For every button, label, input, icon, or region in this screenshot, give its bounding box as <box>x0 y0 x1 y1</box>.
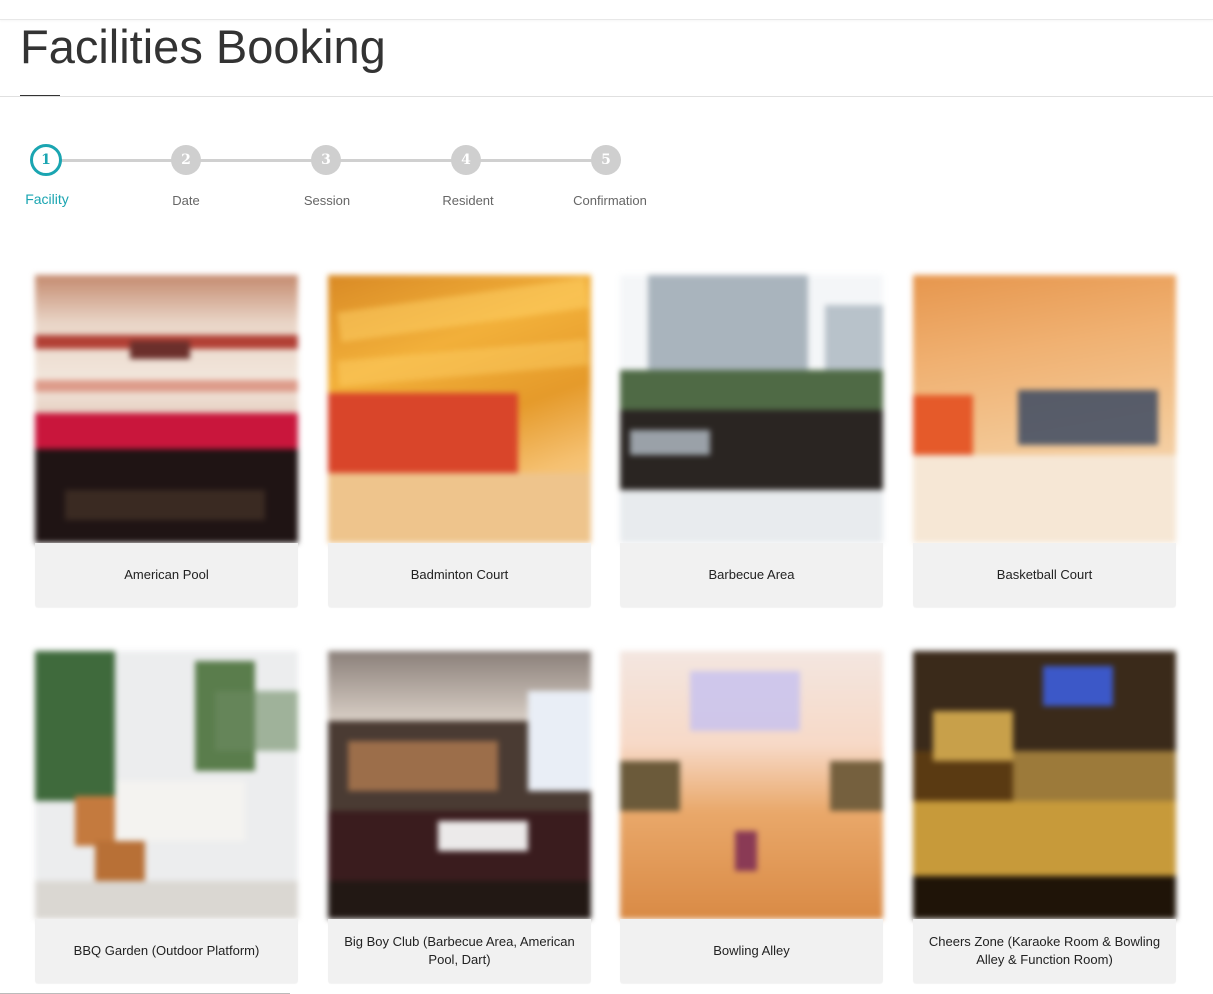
barbecue-area-photo <box>620 275 883 543</box>
booking-stepper: 1 2 3 4 5 Facility Date Session Resident… <box>0 140 700 220</box>
facility-card-basketball-court[interactable]: Basketball Court <box>913 275 1176 607</box>
step-1-circle[interactable]: 1 <box>30 144 62 176</box>
facility-name: Badminton Court <box>328 543 591 607</box>
step-4-label: Resident <box>442 193 494 208</box>
title-divider <box>0 96 1213 97</box>
facility-card-bbq-garden[interactable]: BBQ Garden (Outdoor Platform) <box>35 651 298 983</box>
facility-name: Bowling Alley <box>620 919 883 983</box>
facility-name: Big Boy Club (Barbecue Area, American Po… <box>328 919 591 983</box>
bowling-alley-photo <box>620 651 883 919</box>
facility-name: BBQ Garden (Outdoor Platform) <box>35 919 298 983</box>
basketball-court-photo <box>913 275 1176 543</box>
step-5-label: Confirmation <box>573 193 647 208</box>
facility-card-big-boy-club[interactable]: Big Boy Club (Barbecue Area, American Po… <box>328 651 591 983</box>
facility-card-bowling-alley[interactable]: Bowling Alley <box>620 651 883 983</box>
step-3-label: Session <box>303 193 351 208</box>
step-4-circle: 4 <box>451 145 481 175</box>
facility-name: Cheers Zone (Karaoke Room & Bowling Alle… <box>913 919 1176 983</box>
facility-card-cheers-zone[interactable]: Cheers Zone (Karaoke Room & Bowling Alle… <box>913 651 1176 983</box>
step-2-circle: 2 <box>171 145 201 175</box>
step-connector <box>60 159 172 162</box>
badminton-court-photo <box>328 275 591 543</box>
step-1-label: Facility <box>25 191 69 207</box>
facility-name: American Pool <box>35 543 298 607</box>
facility-card-barbecue-area[interactable]: Barbecue Area <box>620 275 883 607</box>
facility-name: Basketball Court <box>913 543 1176 607</box>
facility-name: Barbecue Area <box>620 543 883 607</box>
step-2-label: Date <box>172 193 200 208</box>
step-5-circle: 5 <box>591 145 621 175</box>
step-connector <box>340 159 452 162</box>
facility-card-american-pool[interactable]: American Pool <box>35 275 298 607</box>
cheers-zone-photo <box>913 651 1176 919</box>
bbq-garden-photo <box>35 651 298 919</box>
step-3-circle: 3 <box>311 145 341 175</box>
american-pool-photo <box>35 275 298 543</box>
top-bar <box>0 0 1213 20</box>
page-title: Facilities Booking <box>20 20 386 73</box>
facility-card-badminton-court[interactable]: Badminton Court <box>328 275 591 607</box>
step-connector <box>200 159 312 162</box>
step-connector <box>480 159 592 162</box>
big-boy-club-photo <box>328 651 591 919</box>
